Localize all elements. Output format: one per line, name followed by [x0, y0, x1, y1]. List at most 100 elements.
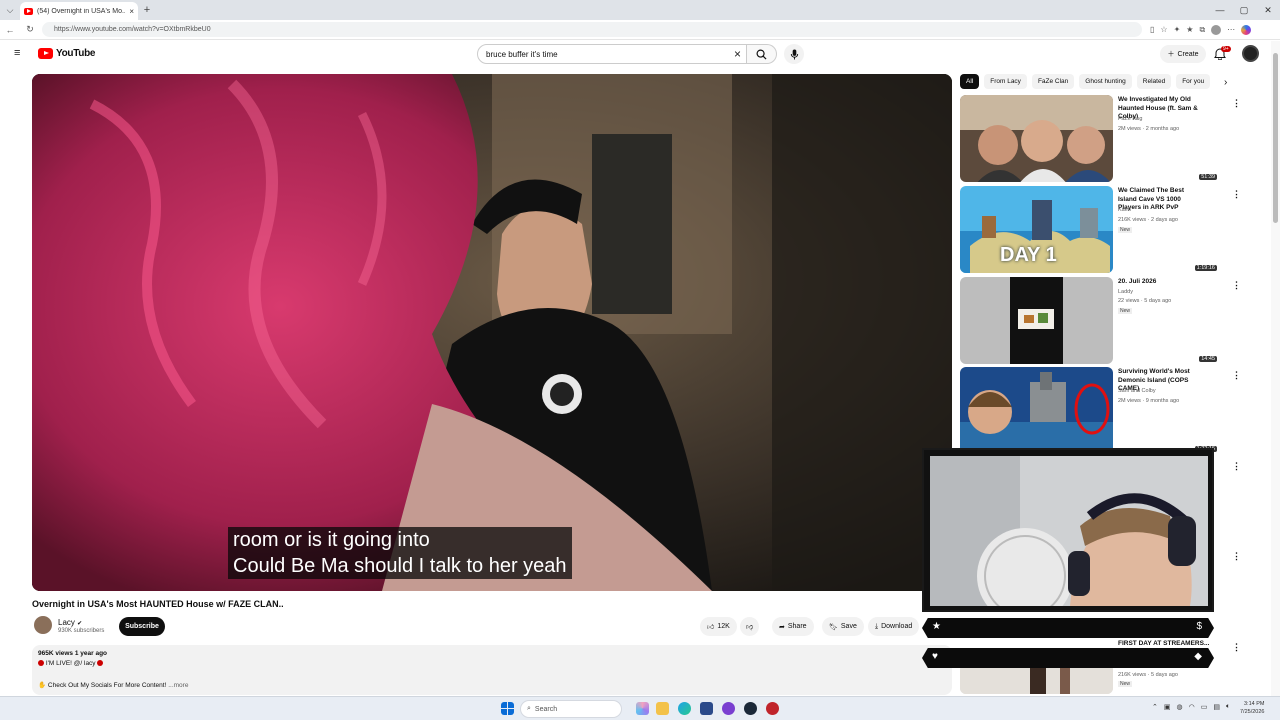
new-badge: New	[1118, 681, 1133, 687]
file-explorer-icon[interactable]	[656, 702, 669, 715]
url-field[interactable]: https://www.youtube.com/watch?v=OXtbmRkb…	[42, 22, 1142, 37]
tray-app-icon[interactable]: ▣	[1164, 703, 1171, 711]
obs-icon[interactable]	[766, 702, 779, 715]
thumbs-up-icon: 👍︎	[707, 624, 715, 631]
dislike-button[interactable]: 👎︎	[740, 617, 760, 636]
collections-icon[interactable]: ⧉	[1199, 25, 1205, 35]
channel-name[interactable]: Lacy ✔	[58, 618, 82, 627]
chip-ghost-hunting[interactable]: Ghost hunting	[1079, 74, 1132, 89]
recommendation-item[interactable]: DAY 1 1:19:16 We Claimed The Best Island…	[960, 186, 1220, 274]
recommendation-item[interactable]: 51:39 We Investigated My Old Haunted Hou…	[960, 95, 1220, 183]
scrollbar-thumb[interactable]	[1273, 53, 1278, 223]
window-controls: — ▢ ✕	[1208, 0, 1280, 20]
page-scrollbar[interactable]	[1271, 41, 1280, 696]
taskbar-search[interactable]: ⌕ Search	[520, 700, 622, 718]
description-box[interactable]: 965K views 1 year ago I'M LIVE! @/ lacy …	[32, 645, 952, 695]
chip-all[interactable]: All	[960, 74, 980, 89]
share-button[interactable]: ➦ Share	[772, 617, 814, 636]
youtube-logo[interactable]: YouTube	[38, 48, 96, 59]
tab-list-button[interactable]: ⌵	[0, 0, 20, 20]
copilot-taskbar-icon[interactable]	[636, 702, 649, 715]
create-label: Create	[1177, 50, 1199, 58]
video-thumbnail-partial[interactable]	[960, 664, 1113, 694]
video-frame	[32, 74, 952, 591]
wifi-icon[interactable]: ◠	[1189, 703, 1195, 711]
recommendation-item[interactable]: 1:22:16 Surviving World's Most Demonic I…	[960, 367, 1220, 455]
dollar-icon: $	[1196, 621, 1202, 632]
minimize-icon[interactable]: —	[1208, 0, 1232, 20]
more-options-icon[interactable]: ⋮	[1232, 552, 1241, 561]
create-button[interactable]: ＋ Create	[1160, 45, 1206, 63]
chip-from-lacy[interactable]: From Lacy	[984, 74, 1027, 89]
more-options-icon[interactable]: ⋮	[1232, 281, 1241, 290]
save-button[interactable]: 🔖︎ Save	[822, 617, 864, 636]
recommendation-item[interactable]: 14:45 20. Juli 2026 Laddy 22 views · 5 d…	[960, 277, 1220, 365]
taskbar-clock[interactable]: 3:14 PM 7/25/2026	[1240, 700, 1264, 716]
refresh-icon[interactable]: ↻	[20, 24, 40, 35]
video-thumbnail	[960, 367, 1113, 454]
network-icon[interactable]: ▭	[1201, 703, 1208, 711]
more-options-icon[interactable]: ⋮	[1232, 99, 1241, 108]
more-options-icon[interactable]: ⋮	[1232, 190, 1241, 199]
duration-badge: 51:39	[1199, 174, 1217, 180]
store-icon[interactable]	[700, 702, 713, 715]
search-button[interactable]	[747, 44, 777, 64]
show-more-link[interactable]: ...more	[168, 682, 188, 689]
favorites-icon[interactable]: ★	[1186, 25, 1193, 34]
reader-view-icon[interactable]: ▯	[1150, 25, 1154, 34]
system-tray: ⌃ ▣ ◍ ◠ ▭ ▤ 🔈︎	[1152, 703, 1230, 711]
hamburger-menu-icon[interactable]: ≡	[14, 48, 25, 59]
download-button[interactable]: ⤓ Download	[868, 617, 920, 636]
maximize-icon[interactable]: ▢	[1232, 0, 1256, 20]
chip-faze-clan[interactable]: FaZe Clan	[1031, 74, 1075, 89]
rec-channel: Laddy	[1118, 289, 1133, 295]
chevron-up-icon[interactable]: ⌃	[1152, 703, 1158, 711]
rec-channel: FaZe Rug	[1118, 116, 1143, 122]
steam-icon[interactable]	[744, 702, 757, 715]
description-line-3: ✋ Check Out My Socials For More Content!…	[38, 682, 189, 689]
more-options-icon[interactable]: ⋮	[1232, 643, 1241, 652]
share-label: Share	[787, 623, 807, 630]
search-input[interactable]: bruce buffer it's time ×	[477, 44, 747, 64]
favorite-star-icon[interactable]: ☆	[1160, 25, 1167, 34]
close-tab-icon[interactable]: ×	[129, 7, 134, 16]
duration-badge: 1:19:16	[1194, 265, 1217, 271]
heart-icon: ♥	[932, 651, 938, 662]
more-options-icon[interactable]: ⋮	[1232, 462, 1241, 471]
voice-search-button[interactable]	[784, 44, 804, 64]
clear-search-icon[interactable]: ×	[734, 47, 741, 61]
rec-meta-partial: 216K views · 5 days ago	[1118, 672, 1178, 678]
clock-date: 7/25/2026	[1240, 709, 1265, 715]
video-title: Overnight in USA's Most HAUNTED House w/…	[32, 599, 284, 609]
notifications-button[interactable]: 9+	[1214, 46, 1231, 61]
discord-icon[interactable]	[722, 702, 735, 715]
monitor-icon[interactable]: ▤	[1213, 703, 1220, 711]
chip-related[interactable]: Related	[1136, 74, 1172, 89]
extensions-icon[interactable]: ✦	[1174, 25, 1181, 34]
live-dot-icon-2	[97, 660, 104, 666]
search-icon: ⌕	[527, 705, 531, 712]
new-tab-button[interactable]: +	[138, 4, 156, 16]
video-player[interactable]: room or is it going into Could Be Ma sho…	[32, 74, 952, 591]
more-options-icon[interactable]: ⋮	[1232, 371, 1241, 380]
tray-app-icon-2[interactable]: ◍	[1177, 703, 1183, 711]
channel-avatar[interactable]	[34, 616, 52, 634]
like-button[interactable]: 👍︎ 12K	[700, 617, 737, 636]
chip-for-you[interactable]: For you	[1176, 74, 1211, 89]
chevron-right-icon[interactable]: ›	[1224, 77, 1227, 88]
windows-start-icon[interactable]	[501, 702, 514, 715]
volume-icon[interactable]: 🔈︎	[1226, 703, 1230, 711]
edge-icon[interactable]	[678, 702, 691, 715]
browser-tab[interactable]: (54) Overnight in USA's Mo... ×	[20, 2, 138, 20]
subscribe-button[interactable]: Subscribe	[119, 617, 165, 636]
plus-icon: ＋	[1167, 51, 1175, 58]
more-icon[interactable]: ⋯	[1227, 25, 1235, 34]
account-avatar[interactable]	[1242, 45, 1259, 62]
filter-chips: All From Lacy FaZe Clan Ghost hunting Re…	[960, 74, 1211, 89]
copilot-icon[interactable]	[1241, 24, 1252, 35]
profile-avatar[interactable]	[1211, 24, 1222, 35]
back-icon[interactable]: ←	[0, 25, 20, 35]
browser-toolbar: ▯ ☆ ✦ ★ ⧉ ⋯	[1150, 24, 1252, 35]
star-icon: ★	[932, 621, 941, 632]
close-window-icon[interactable]: ✕	[1256, 0, 1280, 20]
